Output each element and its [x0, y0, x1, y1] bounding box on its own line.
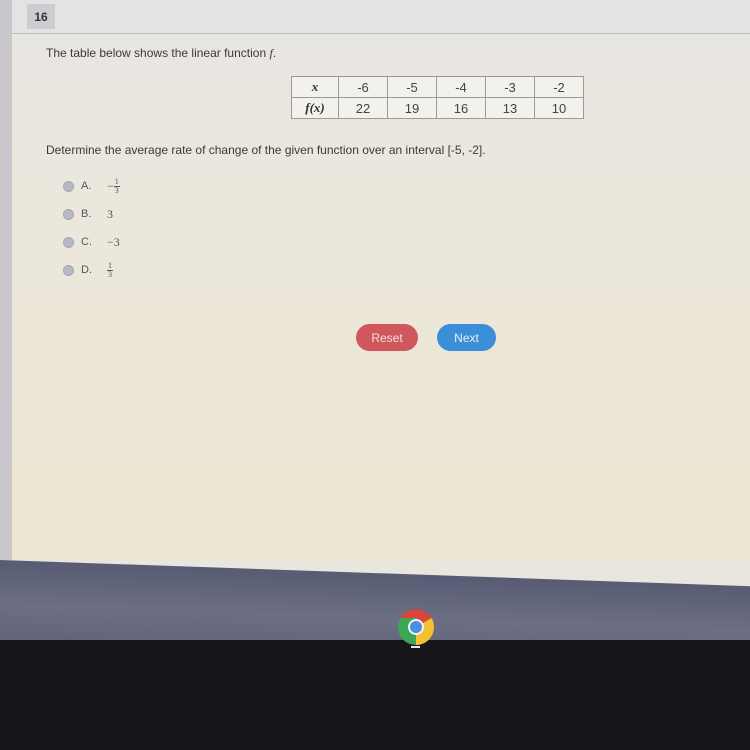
fx-cell: 19 — [387, 97, 437, 119]
row-label-fx: f(x) — [291, 97, 339, 119]
x-cell: -3 — [485, 76, 535, 98]
fx-cell: 22 — [338, 97, 388, 119]
option-letter: D. — [81, 264, 92, 276]
option-b[interactable]: B. 3 — [63, 200, 120, 228]
question-intro: The table below shows the linear functio… — [46, 46, 276, 61]
question-number: 16 — [27, 4, 55, 29]
intro-end: . — [272, 46, 277, 60]
option-c[interactable]: C. −3 — [63, 228, 120, 256]
radio-button[interactable] — [63, 180, 74, 192]
question-prompt: Determine the average rate of change of … — [46, 143, 486, 157]
next-button[interactable]: Next — [437, 324, 496, 351]
option-value: − 1 3 — [107, 176, 120, 195]
option-value: 3 — [107, 206, 113, 221]
option-letter: B. — [81, 208, 92, 220]
active-app-indicator — [411, 646, 420, 648]
answer-options: A. − 1 3 B. 3 C. −3 D. 1 3 — [63, 172, 120, 284]
numerator: 1 — [108, 260, 112, 270]
option-letter: C. — [81, 236, 92, 248]
table-row-fx: f(x) 22 19 16 13 10 — [291, 97, 584, 119]
option-value: −3 — [107, 234, 120, 249]
function-table: x -6 -5 -4 -3 -2 f(x) 22 19 16 13 10 — [291, 76, 584, 119]
minus-sign: − — [107, 178, 114, 193]
option-value: 1 3 — [107, 260, 113, 279]
table-row-x: x -6 -5 -4 -3 -2 — [291, 76, 584, 98]
radio-button[interactable] — [63, 264, 74, 276]
window-left-edge — [0, 0, 12, 560]
reset-button[interactable]: Reset — [356, 324, 418, 351]
x-cell: -6 — [338, 76, 388, 98]
radio-button[interactable] — [63, 236, 74, 248]
option-d[interactable]: D. 1 3 — [63, 256, 120, 284]
radio-button[interactable] — [63, 208, 74, 220]
x-cell: -2 — [534, 76, 584, 98]
option-a[interactable]: A. − 1 3 — [63, 172, 120, 200]
fx-cell: 16 — [436, 97, 486, 119]
numerator: 1 — [114, 176, 119, 186]
chrome-icon[interactable] — [397, 608, 435, 646]
fraction: 1 3 — [113, 176, 120, 195]
row-label-x: x — [291, 76, 339, 98]
denominator: 3 — [114, 185, 119, 195]
monitor-bezel — [0, 640, 750, 750]
fraction: 1 3 — [107, 260, 113, 279]
x-cell: -4 — [436, 76, 486, 98]
denominator: 3 — [108, 269, 112, 279]
intro-text: The table below shows the linear functio… — [46, 46, 270, 60]
question-header — [12, 0, 750, 34]
option-letter: A. — [81, 180, 92, 192]
x-cell: -5 — [387, 76, 437, 98]
fx-cell: 10 — [534, 97, 584, 119]
fx-cell: 13 — [485, 97, 535, 119]
